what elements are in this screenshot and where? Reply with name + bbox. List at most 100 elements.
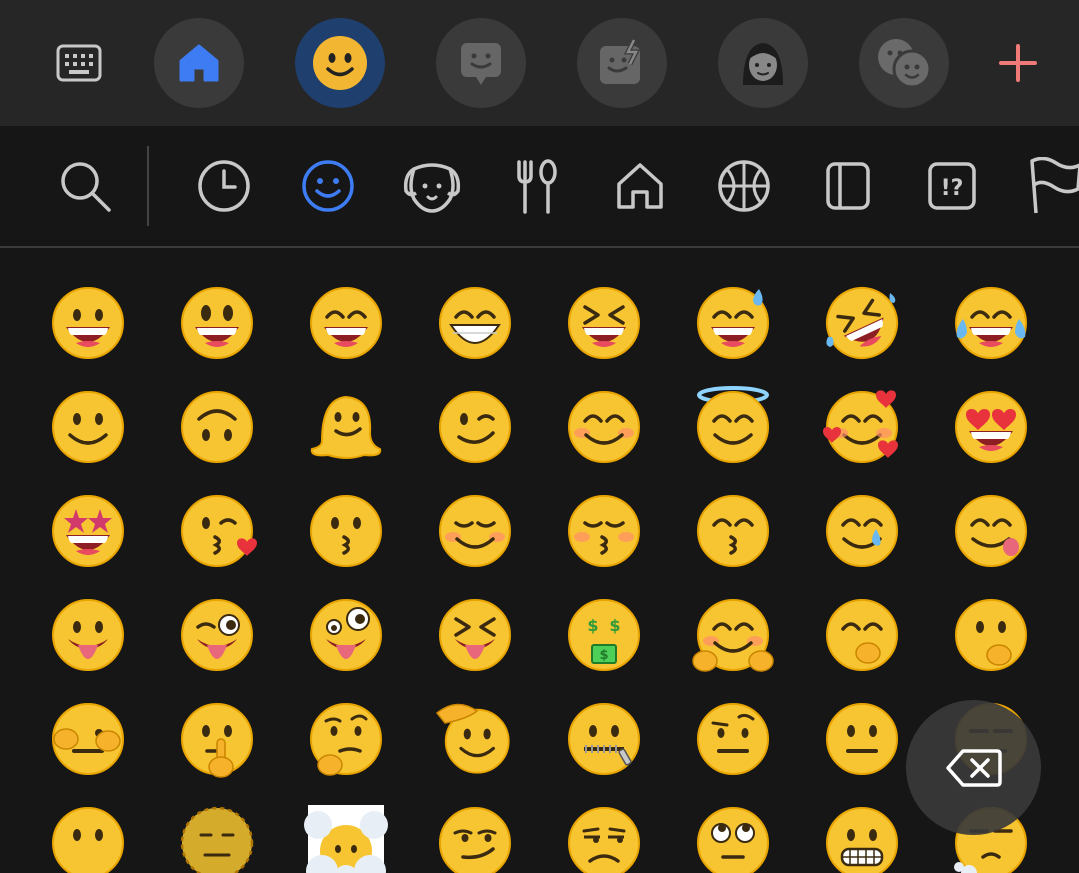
emoji-grinning-squinting-face[interactable] (566, 285, 642, 361)
emoji-face-without-mouth[interactable] (50, 805, 126, 873)
flags-icon (1030, 157, 1079, 214)
emoji-smiling-face-heart-eyes[interactable] (953, 389, 1029, 465)
rolling-on-floor-laughing-icon (826, 287, 898, 359)
keyboard-button[interactable] (34, 18, 124, 108)
zany-face-icon (310, 599, 382, 671)
zipper-mouth-face-icon (568, 703, 640, 775)
emoji-grimacing-face[interactable] (824, 805, 900, 873)
emoji-beaming-face[interactable] (437, 285, 513, 361)
emoji-star-struck[interactable] (50, 493, 126, 569)
emoji-grinning-face-big-eyes[interactable] (179, 285, 255, 361)
emoji-face-with-tongue[interactable] (50, 597, 126, 673)
home-button[interactable] (154, 18, 244, 108)
grinning-squinting-face-icon (568, 287, 640, 359)
svg-text:$: $ (599, 648, 608, 663)
emoji-saluting-face[interactable] (435, 701, 513, 777)
face-hand-over-mouth-icon (826, 599, 898, 671)
keyboard-icon (56, 44, 102, 82)
smiling-face-icon (439, 495, 511, 567)
kissing-face-icon (310, 495, 382, 567)
emoji-kissing-face-closed-eyes[interactable] (566, 493, 642, 569)
objects-icon (826, 162, 870, 210)
face-tears-of-joy-icon (955, 287, 1027, 359)
add-button[interactable] (973, 18, 1063, 108)
emoji-face-open-eyes-hand-over-mouth[interactable] (953, 597, 1029, 673)
emoji-melting-face[interactable] (308, 389, 384, 465)
emoji-face-savoring-food[interactable] (953, 493, 1029, 569)
face-savoring-food-icon (955, 495, 1027, 567)
thinking-face-icon (310, 703, 382, 776)
upside-down-face-icon (181, 391, 253, 463)
emoji-grinning-face-smiling-eyes[interactable] (308, 285, 384, 361)
face-open-eyes-hand-over-mouth-icon (955, 599, 1027, 671)
emoji-face-rolling-eyes[interactable] (695, 805, 771, 873)
beaming-face-icon (439, 287, 511, 359)
svg-text:$: $ (609, 616, 620, 635)
emoji-smiling-face-tear[interactable] (824, 493, 900, 569)
emoji-winking-face[interactable] (437, 389, 513, 465)
emoji-face-hand-over-mouth[interactable] (824, 597, 900, 673)
emoji-zany-face[interactable] (308, 597, 384, 673)
emoji-upside-down-face[interactable] (179, 389, 255, 465)
bitmoji-sticker-button[interactable] (436, 18, 526, 108)
grinning-face-sweat-icon (697, 287, 769, 359)
emoji-dotted-line-face[interactable] (179, 805, 255, 873)
emoji-tab-icon (313, 36, 367, 90)
emoji-smiling-face-hearts[interactable] (823, 389, 900, 465)
emoji-smiling-face-halo[interactable] (695, 386, 771, 465)
svg-text:$: $ (587, 616, 598, 635)
emoji-unamused-face[interactable] (566, 805, 642, 873)
emoji-zipper-mouth-face[interactable] (566, 701, 642, 777)
money-mouth-face-icon: $ $$ (568, 599, 640, 671)
emoji-slightly-smiling-face[interactable] (50, 389, 126, 465)
emoji-grinning-face-sweat[interactable] (695, 285, 771, 361)
emoji-rolling-on-floor-laughing[interactable] (824, 285, 900, 361)
category-smileys[interactable] (298, 156, 358, 216)
add-icon (999, 44, 1037, 82)
category-flags[interactable] (1026, 156, 1079, 216)
search-button[interactable] (55, 156, 115, 216)
emoji-kissing-face-smiling-eyes[interactable] (695, 493, 771, 569)
category-bar: !? (0, 126, 1079, 246)
face-with-tongue-icon (52, 599, 124, 671)
category-recent[interactable] (194, 156, 254, 216)
emoji-tab-button[interactable] (295, 18, 385, 108)
slightly-smiling-face-icon (52, 391, 124, 463)
emoji-face-peeking-eye[interactable] (50, 701, 126, 777)
emoji-kissing-face[interactable] (308, 493, 384, 569)
smiling-face-heart-eyes-icon (955, 391, 1027, 463)
emoji-face-blowing-kiss[interactable] (179, 493, 257, 569)
emoji-face-raised-eyebrow[interactable] (695, 701, 771, 777)
grinning-face-big-eyes-icon (181, 287, 253, 359)
emoji-hugging-face[interactable] (692, 597, 774, 673)
star-struck-icon (52, 495, 124, 567)
bitmoji-sticker-icon (461, 43, 501, 85)
emoji-neutral-face[interactable] (824, 701, 900, 777)
emoji-smirking-face[interactable] (437, 805, 513, 873)
category-symbols[interactable]: !? (922, 156, 982, 216)
category-divider (147, 146, 149, 226)
emoji-mix-button[interactable] (859, 18, 949, 108)
emoji-shushing-face[interactable] (179, 701, 255, 778)
ar-sticker-button[interactable] (577, 18, 667, 108)
avatar-button[interactable] (718, 18, 808, 108)
emoji-face-tears-of-joy[interactable] (953, 285, 1029, 361)
emoji-winking-face-tongue[interactable] (179, 597, 255, 673)
melting-face-icon (310, 395, 382, 459)
category-objects[interactable] (818, 156, 878, 216)
category-food[interactable] (506, 156, 566, 216)
emoji-grinning-face[interactable] (50, 285, 126, 361)
emoji-smiling-face-smiling-eyes[interactable] (566, 389, 642, 465)
category-places[interactable] (610, 156, 670, 216)
face-rolling-eyes-icon (697, 807, 769, 873)
emoji-money-mouth-face[interactable]: $ $ $ (566, 597, 642, 673)
emoji-squinting-face-tongue[interactable] (437, 597, 513, 673)
emoji-thinking-face[interactable] (308, 701, 384, 777)
emoji-smiling-face[interactable] (437, 493, 513, 569)
backspace-icon (945, 748, 1002, 787)
category-animals[interactable] (402, 156, 462, 216)
symbols-icon: !? (928, 162, 976, 210)
backspace-button[interactable] (906, 700, 1041, 835)
emoji-face-in-clouds[interactable] (304, 805, 388, 873)
category-activities[interactable] (714, 156, 774, 216)
